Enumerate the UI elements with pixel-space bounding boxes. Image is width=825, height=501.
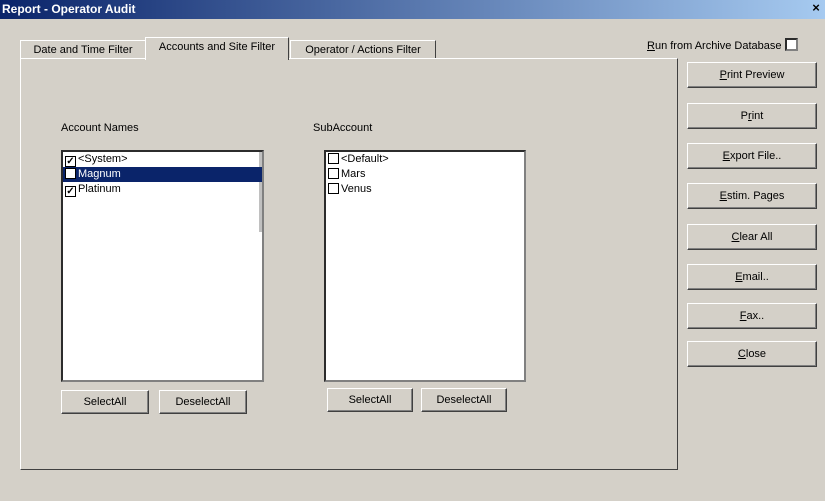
checkbox-icon[interactable] [65,168,76,179]
button-mnemonic: F [739,310,747,322]
checkbox-icon[interactable] [328,168,339,179]
list-item-label: <System> [78,153,128,165]
list-item-label: <Default> [341,153,389,165]
button-label: lose [745,348,767,360]
accounts-deselect-all-button[interactable]: DeselectAll [159,390,247,414]
archive-label: un from Archive Database [654,40,782,52]
button-mnemonic: E [722,150,730,162]
archive-mnemonic: R [647,40,655,52]
tab-label: Accounts and Site Filter [158,41,276,53]
button-mnemonic: C [737,348,746,360]
button-label: lear All [739,231,773,243]
button-label: rint Preview [726,69,785,81]
accounts-site-panel: Account Names ✓ <System> Magnum ✓ Platinum S… [20,58,678,470]
checked-checkbox-icon[interactable]: ✓ [65,186,76,197]
button-label: int [751,110,764,122]
accounts-select-all-button[interactable]: SelectAll [61,390,149,414]
subaccount-deselect-all-button[interactable]: DeselectAll [421,388,507,412]
button-label: ax.. [746,310,765,322]
email-button[interactable]: Email.. [687,264,817,290]
archive-database-checkbox[interactable]: Run from Archive Database [647,38,800,52]
window-title: Report - Operator Audit [2,2,136,16]
archive-checkbox-box[interactable] [784,38,798,51]
tab-accounts-site-filter[interactable]: Accounts and Site Filter [145,37,289,60]
tab-label: Operator / Actions Filter [305,44,421,56]
list-item-label: Venus [341,183,372,195]
export-file-button[interactable]: Export File.. [687,143,817,169]
list-item[interactable]: ✓ Platinum [63,182,262,197]
print-preview-button[interactable]: Print Preview [687,62,817,88]
list-item[interactable]: Magnum [63,167,262,182]
list-item[interactable]: <Default> [326,152,524,167]
list-item-label: Platinum [78,183,121,195]
clear-all-button[interactable]: Clear All [687,224,817,250]
title-bar: Report - Operator Audit × [0,0,825,19]
close-icon[interactable]: × [809,1,823,15]
list-item[interactable]: Mars [326,167,524,182]
list-item[interactable]: ✓ <System> [63,152,262,167]
subaccount-list[interactable]: <Default> Mars Venus [324,150,526,382]
tab-label: Date and Time Filter [33,44,133,56]
tab-date-time-filter[interactable]: Date and Time Filter [20,40,146,59]
account-names-label: Account Names [61,122,139,134]
subaccount-label: SubAccount [313,122,373,134]
checkbox-icon[interactable] [328,153,339,164]
checked-checkbox-icon[interactable]: ✓ [65,156,76,167]
account-names-list[interactable]: ✓ <System> Magnum ✓ Platinum [61,150,264,382]
button-label: xport File.. [729,150,782,162]
button-label: mail.. [742,271,769,283]
fax-button[interactable]: Fax.. [687,303,817,329]
list-item[interactable]: Venus [326,182,524,197]
estim-pages-button[interactable]: Estim. Pages [687,183,817,209]
button-label: stim. Pages [726,190,785,202]
tab-operator-actions-filter[interactable]: Operator / Actions Filter [290,40,436,59]
button-mnemonic: E [719,190,727,202]
checkbox-icon[interactable] [328,183,339,194]
button-mnemonic: E [735,271,743,283]
list-item-label: Magnum [78,168,121,180]
close-button[interactable]: Close [687,341,817,367]
print-button[interactable]: Print [687,103,817,129]
subaccount-select-all-button[interactable]: SelectAll [327,388,413,412]
button-label-prefix: P [740,110,749,122]
list-item-label: Mars [341,168,366,180]
button-mnemonic: P [719,69,727,81]
